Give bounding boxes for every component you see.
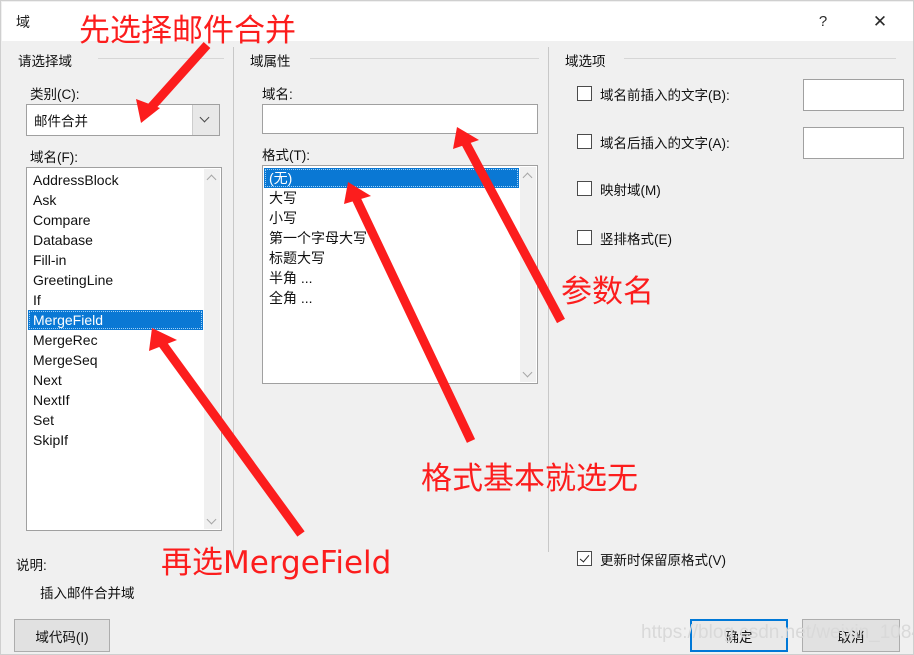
field-codes-button[interactable]: 域代码(I)	[14, 619, 110, 652]
list-item[interactable]: Compare	[28, 210, 203, 230]
description-label: 说明:	[16, 558, 47, 573]
list-item[interactable]: 标题大写	[264, 248, 519, 268]
category-label: 类别(C):	[30, 87, 80, 102]
list-item[interactable]: 全角 ...	[264, 288, 519, 308]
annotation-format-none: 格式基本就选无	[421, 461, 638, 497]
list-item[interactable]: NextIf	[28, 390, 203, 410]
list-item[interactable]: 小写	[264, 208, 519, 228]
list-item[interactable]: SkipIf	[28, 430, 203, 450]
list-item-selected[interactable]: MergeField	[28, 310, 203, 330]
list-item[interactable]: Ask	[28, 190, 203, 210]
list-item[interactable]: Database	[28, 230, 203, 250]
list-item[interactable]: Next	[28, 370, 203, 390]
category-combo-value: 邮件合并	[34, 114, 88, 129]
field-name-label: 域名:	[262, 87, 293, 102]
list-item[interactable]: Fill-in	[28, 250, 203, 270]
option-label: 更新时保留原格式(V)	[600, 553, 726, 568]
field-properties-group-rule	[310, 58, 539, 59]
scroll-up-icon[interactable]	[204, 169, 220, 186]
list-item-selected[interactable]: (无)	[264, 168, 519, 188]
list-item[interactable]: MergeSeq	[28, 350, 203, 370]
list-item[interactable]: 大写	[264, 188, 519, 208]
list-item[interactable]: Set	[28, 410, 203, 430]
text-before-input[interactable]	[803, 79, 904, 111]
list-item[interactable]: 第一个字母大写	[264, 228, 519, 248]
option-label: 映射域(M)	[600, 183, 661, 198]
category-combo[interactable]: 邮件合并	[26, 104, 220, 136]
format-label: 格式(T):	[262, 148, 310, 163]
checkbox-text-before[interactable]	[577, 86, 592, 101]
field-names-label: 域名(F):	[30, 150, 78, 165]
format-listbox[interactable]: (无) 大写 小写 第一个字母大写 标题大写 半角 ... 全角 ...	[262, 165, 538, 384]
annotation-choose-mergefield: 再选MergeField	[161, 545, 392, 581]
text-after-input[interactable]	[803, 127, 904, 159]
scroll-down-icon[interactable]	[204, 512, 220, 529]
field-options-group-label: 域选项	[565, 50, 612, 70]
list-item[interactable]: If	[28, 290, 203, 310]
help-icon[interactable]: ?	[800, 3, 846, 41]
field-properties-group-label: 域属性	[250, 50, 297, 70]
insert-field-dialog: 域 ? ✕ 请选择域 类别(C): 邮件合并 域名(F): AddressBlo…	[0, 0, 914, 655]
dialog-body: 请选择域 类别(C): 邮件合并 域名(F): AddressBlock Ask…	[2, 41, 913, 654]
annotation-select-mailmerge: 先选择邮件合并	[79, 13, 296, 49]
checkbox-mapped-field[interactable]	[577, 181, 592, 196]
window-title: 域	[16, 14, 30, 30]
checkbox-preserve-format[interactable]	[577, 551, 592, 566]
select-field-group-label: 请选择域	[18, 50, 78, 70]
watermark: https://blog.csdn.net/weixin_10846	[641, 622, 914, 643]
list-item[interactable]: 半角 ...	[264, 268, 519, 288]
field-names-scrollbar[interactable]	[203, 169, 220, 529]
checkbox-text-after[interactable]	[577, 134, 592, 149]
format-items: (无) 大写 小写 第一个字母大写 标题大写 半角 ... 全角 ...	[264, 168, 519, 308]
field-name-input[interactable]	[262, 104, 538, 134]
option-label: 竖排格式(E)	[600, 232, 672, 247]
annotation-parameter-name: 参数名	[561, 274, 654, 310]
field-options-group-rule	[624, 58, 896, 59]
scroll-down-icon[interactable]	[520, 365, 536, 382]
field-names-items: AddressBlock Ask Compare Database Fill-i…	[28, 170, 203, 450]
scroll-up-icon[interactable]	[520, 167, 536, 184]
category-combo-arrow[interactable]	[192, 105, 219, 135]
option-label: 域名后插入的文字(A):	[600, 136, 730, 151]
list-item[interactable]: GreetingLine	[28, 270, 203, 290]
checkbox-vertical-format[interactable]	[577, 230, 592, 245]
field-names-listbox[interactable]: AddressBlock Ask Compare Database Fill-i…	[26, 167, 222, 531]
select-field-group-rule	[98, 58, 224, 59]
option-label: 域名前插入的文字(B):	[600, 88, 730, 103]
close-icon[interactable]: ✕	[857, 3, 903, 41]
chevron-down-icon	[201, 114, 210, 123]
list-item[interactable]: AddressBlock	[28, 170, 203, 190]
description-text: 插入邮件合并域	[40, 586, 135, 601]
format-scrollbar[interactable]	[519, 167, 536, 382]
panel-divider-left	[233, 47, 234, 567]
list-item[interactable]: MergeRec	[28, 330, 203, 350]
